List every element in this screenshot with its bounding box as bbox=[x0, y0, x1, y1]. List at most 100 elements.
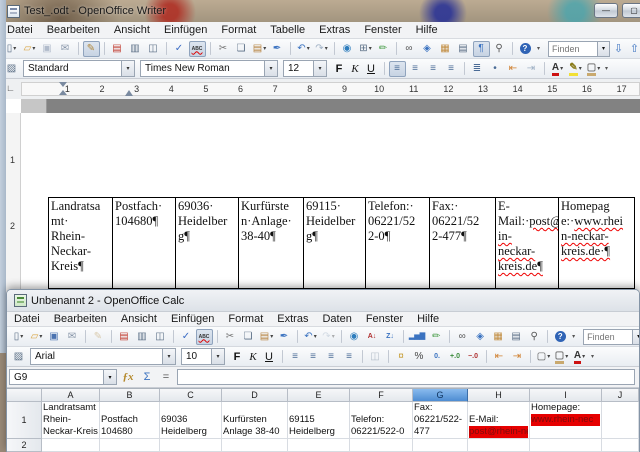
navigator-icon[interactable]: ◈ bbox=[472, 329, 489, 345]
cell-D2[interactable] bbox=[222, 439, 288, 452]
function-wizard-icon[interactable]: ƒx bbox=[120, 371, 136, 383]
data-sources-icon[interactable]: ▤ bbox=[455, 41, 472, 57]
page-preview-icon[interactable]: ◫ bbox=[152, 329, 169, 345]
background-color-icon[interactable]: ▢▾ bbox=[553, 349, 570, 365]
combo-dropdown-icon[interactable]: ▾ bbox=[211, 349, 224, 364]
find-replace-icon[interactable]: ∞ bbox=[401, 41, 418, 57]
cell-E2[interactable] bbox=[288, 439, 350, 452]
column-header-f[interactable]: F bbox=[350, 389, 413, 402]
font-size-combo[interactable]: 12▾ bbox=[283, 60, 327, 77]
cell-E1[interactable]: 69115 Heidelberg bbox=[288, 402, 350, 439]
save-icon[interactable]: ▣ bbox=[46, 329, 63, 345]
writer-menu-hilfe[interactable]: Hilfe bbox=[409, 23, 445, 37]
writer-titlebar[interactable]: Test_.odt - OpenOffice Writer — ▢ bbox=[0, 0, 640, 22]
merge-cells-icon[interactable]: ◫ bbox=[367, 349, 384, 365]
combo-dropdown-icon[interactable]: ▾ bbox=[162, 349, 175, 364]
writer-table[interactable]: Landratsa mt· Rhein- Neckar- Kreis¶ Post… bbox=[48, 197, 635, 289]
column-header-j[interactable]: J bbox=[602, 389, 639, 402]
table-cell[interactable]: Kurfürste n·Anlage· 38-40¶ bbox=[239, 198, 304, 288]
format-paintbrush-icon[interactable]: ✒ bbox=[276, 329, 293, 345]
bold-icon[interactable]: F bbox=[230, 351, 244, 363]
print-icon[interactable]: ▥ bbox=[134, 329, 151, 345]
bold-icon[interactable]: F bbox=[332, 63, 346, 75]
indent-marker[interactable] bbox=[59, 82, 67, 87]
chart-icon[interactable]: ▂▅▇ bbox=[408, 329, 427, 345]
font-color-icon[interactable]: A▾ bbox=[549, 61, 566, 77]
number-format-percent-icon[interactable]: % bbox=[411, 349, 428, 365]
spreadsheet-grid[interactable]: A B C D E F G H I J 1 Landratsamt Rhein-… bbox=[7, 388, 639, 452]
hyperlink-icon[interactable]: ◉ bbox=[346, 329, 363, 345]
edit-file-icon[interactable]: ✎ bbox=[83, 41, 100, 57]
table-cell[interactable]: 69036· Heidelber g¶ bbox=[176, 198, 239, 288]
paragraph-style-combo[interactable]: Standard▾ bbox=[23, 60, 135, 77]
export-pdf-icon[interactable]: ▤ bbox=[116, 329, 133, 345]
borders-icon[interactable]: ▢▾ bbox=[535, 349, 552, 365]
cell-I1[interactable]: Homepage:www.rhein-nec bbox=[530, 402, 602, 439]
decrease-indent-icon[interactable]: ⇤ bbox=[491, 349, 508, 365]
redo-icon[interactable]: ↷▾ bbox=[313, 41, 330, 57]
data-sources-icon[interactable]: ▤ bbox=[508, 329, 525, 345]
font-size-combo[interactable]: 10▾ bbox=[181, 348, 225, 365]
font-color-icon[interactable]: A▾ bbox=[571, 349, 588, 365]
cell-C1[interactable]: 69036 Heidelberg bbox=[160, 402, 222, 439]
calc-menu-datei[interactable]: Datei bbox=[7, 312, 47, 326]
cell-F1[interactable]: Telefon: 06221/522-0 bbox=[350, 402, 413, 439]
combo-dropdown-icon[interactable]: ▾ bbox=[264, 61, 277, 76]
indent-marker[interactable] bbox=[59, 90, 67, 95]
open-icon[interactable]: ▱▾ bbox=[21, 41, 38, 57]
autospellcheck-icon[interactable]: ABC bbox=[189, 41, 206, 57]
calc-menu-einfuegen[interactable]: Einfügen bbox=[164, 312, 221, 326]
cell-G2[interactable] bbox=[413, 439, 468, 452]
cut-icon[interactable]: ✂ bbox=[215, 41, 232, 57]
format-paintbrush-icon[interactable]: ✒ bbox=[269, 41, 286, 57]
align-right-icon[interactable]: ≡ bbox=[323, 349, 340, 365]
hyperlink-icon[interactable]: ◉ bbox=[339, 41, 356, 57]
italic-icon[interactable]: K bbox=[246, 351, 260, 363]
italic-icon[interactable]: K bbox=[348, 63, 362, 75]
export-pdf-icon[interactable]: ▤ bbox=[109, 41, 126, 57]
calc-menu-fenster[interactable]: Fenster bbox=[359, 312, 410, 326]
column-header-a[interactable]: A bbox=[42, 389, 100, 402]
calc-menu-daten[interactable]: Daten bbox=[315, 312, 358, 326]
find-input[interactable] bbox=[549, 42, 597, 56]
row-header-1[interactable]: 1 bbox=[7, 402, 42, 439]
align-right-icon[interactable]: ≡ bbox=[425, 61, 442, 77]
sort-ascending-icon[interactable]: A↓ bbox=[364, 329, 381, 345]
align-justify-icon[interactable]: ≡ bbox=[443, 61, 460, 77]
decrease-indent-icon[interactable]: ⇤ bbox=[505, 61, 522, 77]
cell-C2[interactable] bbox=[160, 439, 222, 452]
font-name-combo[interactable]: Arial▾ bbox=[30, 348, 176, 365]
table-icon[interactable]: ⊞▾ bbox=[357, 41, 374, 57]
highlighting-icon[interactable]: ✎▾ bbox=[567, 61, 584, 77]
table-cell-email[interactable]: E-Mail:·post@rhe in- neckar- kreis.de¶ bbox=[496, 198, 559, 288]
writer-menu-format[interactable]: Format bbox=[214, 23, 263, 37]
cell-I2[interactable] bbox=[530, 439, 602, 452]
column-header-b[interactable]: B bbox=[100, 389, 160, 402]
gallery-icon[interactable]: ▦ bbox=[437, 41, 454, 57]
bullets-list-icon[interactable]: • bbox=[487, 61, 504, 77]
paste-icon[interactable]: ▤▾ bbox=[258, 329, 275, 345]
column-header-h[interactable]: H bbox=[468, 389, 530, 402]
calc-menu-hilfe[interactable]: Hilfe bbox=[410, 312, 446, 326]
cell-G1[interactable]: Fax: 06221/522- 477 bbox=[413, 402, 468, 439]
open-icon[interactable]: ▱▾ bbox=[28, 329, 45, 345]
column-header-g-selected[interactable]: G bbox=[413, 389, 468, 402]
align-center-icon[interactable]: ≡ bbox=[305, 349, 322, 365]
select-all-corner[interactable] bbox=[7, 389, 42, 402]
delete-decimal-icon[interactable]: −.0 bbox=[465, 349, 482, 365]
calc-menu-ansicht[interactable]: Ansicht bbox=[114, 312, 164, 326]
undo-icon[interactable]: ↶▾ bbox=[295, 41, 312, 57]
writer-document-area[interactable]: 1 2 Landratsa mt· Rhein- Neckar- Kreis¶ … bbox=[0, 99, 640, 295]
copy-icon[interactable]: ❏ bbox=[233, 41, 250, 57]
numbered-list-icon[interactable]: ≣ bbox=[469, 61, 486, 77]
combo-dropdown-icon[interactable]: ▾ bbox=[121, 61, 134, 76]
align-justify-icon[interactable]: ≡ bbox=[341, 349, 358, 365]
tab-type-selector[interactable]: ∟ bbox=[6, 83, 15, 93]
navigator-icon[interactable]: ◈ bbox=[419, 41, 436, 57]
email-link[interactable]: post@rhein-ne bbox=[469, 426, 528, 438]
find-next-icon[interactable]: ⇩ bbox=[611, 41, 626, 57]
minimize-button[interactable]: — bbox=[594, 3, 618, 18]
calc-menu-format[interactable]: Format bbox=[221, 312, 270, 326]
table-cell[interactable]: Landratsa mt· Rhein- Neckar- Kreis¶ bbox=[49, 198, 113, 288]
help-icon[interactable]: ? bbox=[517, 41, 534, 57]
